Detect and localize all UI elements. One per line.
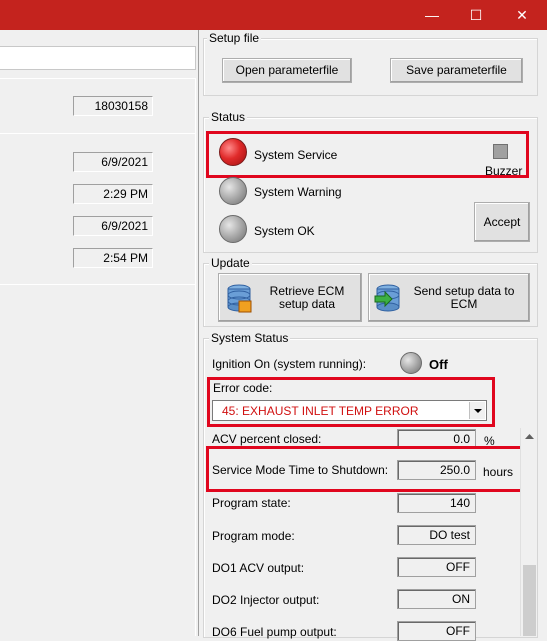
do2-label: DO2 Injector output:	[212, 593, 320, 607]
left-text-field[interactable]	[0, 46, 196, 70]
error-code-highlight-box	[207, 377, 495, 427]
update-legend: Update	[209, 256, 252, 270]
open-parameterfile-button[interactable]: Open parameterfile	[222, 58, 352, 83]
close-icon[interactable]: ✕	[499, 0, 545, 30]
system-ok-label: System OK	[254, 224, 315, 238]
retrieve-ecm-label: Retrieve ECM setup data	[269, 284, 345, 311]
send-setup-button[interactable]: Send setup data to ECM	[368, 273, 530, 322]
service-highlight-box	[206, 131, 529, 178]
serial-value: 18030158	[73, 96, 153, 116]
system-status-legend: System Status	[209, 331, 291, 345]
program-state-label: Program state:	[212, 496, 291, 510]
status-legend: Status	[209, 110, 248, 124]
system-warning-label: System Warning	[254, 185, 342, 199]
minimize-icon[interactable]: —	[409, 0, 455, 30]
scroll-up-icon[interactable]	[521, 428, 538, 445]
divider	[195, 134, 196, 284]
time-value-2: 2:54 PM	[73, 248, 153, 268]
vertical-scrollbar[interactable]	[520, 428, 537, 636]
divider	[195, 78, 196, 134]
setup-file-legend: Setup file	[207, 31, 262, 45]
service-mode-highlight-box	[206, 446, 523, 492]
database-send-icon	[374, 284, 400, 312]
date-value-1: 6/9/2021	[73, 152, 153, 172]
ignition-label: Ignition On (system running):	[212, 357, 367, 371]
warning-led-icon	[219, 177, 247, 205]
divider	[0, 78, 196, 79]
program-state-value: 140	[397, 493, 476, 513]
time-value-1: 2:29 PM	[73, 184, 153, 204]
do1-label: DO1 ACV output:	[212, 561, 305, 575]
do6-label: DO6 Fuel pump output:	[212, 625, 337, 639]
left-panel	[0, 30, 197, 636]
scrollbar-thumb[interactable]	[523, 565, 536, 636]
program-mode-label: Program mode:	[212, 529, 295, 543]
divider	[0, 284, 196, 285]
do6-value: OFF	[397, 621, 476, 641]
acv-label: ACV percent closed:	[212, 432, 322, 446]
maximize-icon[interactable]: ☐	[453, 0, 499, 30]
ignition-led-icon	[400, 352, 422, 374]
divider	[195, 285, 196, 636]
date-value-2: 6/9/2021	[73, 216, 153, 236]
do2-value: ON	[397, 589, 476, 609]
program-mode-value: DO test	[397, 525, 476, 545]
do1-value: OFF	[397, 557, 476, 577]
database-icon	[227, 284, 252, 313]
retrieve-ecm-button[interactable]: Retrieve ECM setup data	[218, 273, 362, 322]
save-parameterfile-button[interactable]: Save parameterfile	[390, 58, 523, 83]
ignition-value: Off	[429, 357, 448, 372]
ok-led-icon	[219, 215, 247, 243]
divider	[0, 133, 196, 134]
send-setup-label: Send setup data to ECM	[413, 284, 515, 311]
accept-button[interactable]: Accept	[474, 202, 530, 242]
